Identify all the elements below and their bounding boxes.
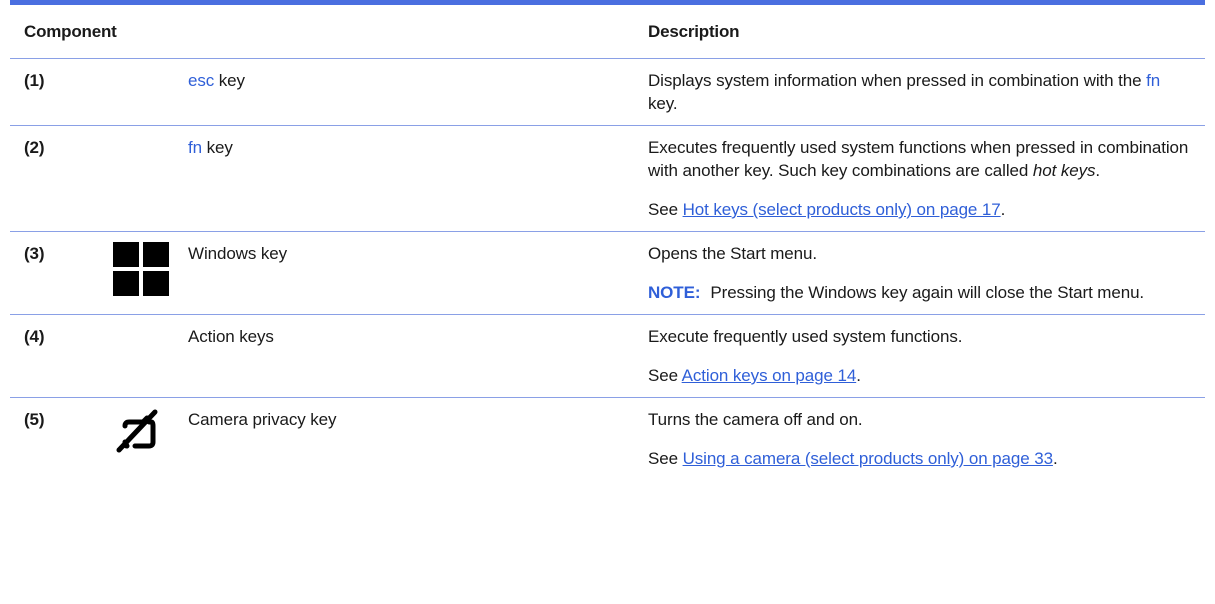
description-text: Displays system information when pressed…: [648, 71, 1147, 90]
note: NOTE: Pressing the Windows key again will…: [648, 281, 1193, 304]
note-label: NOTE:: [648, 283, 701, 302]
description-paragraph: Execute frequently used system functions…: [648, 327, 963, 346]
icon-cell: [113, 231, 188, 315]
name-suffix: key: [201, 138, 233, 157]
see-prefix: See: [648, 200, 683, 219]
see-reference: See Using a camera (select products only…: [648, 447, 1193, 470]
action-keys-link[interactable]: Action keys on page 14: [682, 366, 857, 385]
icon-cell-empty: [113, 125, 188, 232]
header-description: Description: [634, 5, 1205, 59]
component-table: Component Description (1) esc key Displa…: [10, 5, 1205, 480]
component-description: Execute frequently used system functions…: [634, 314, 1205, 398]
row-number: (4): [10, 314, 113, 398]
table-row: (2) fn key Executes frequently used syst…: [10, 125, 1205, 232]
component-table-container: Component Description (1) esc key Displa…: [10, 0, 1205, 480]
component-description: Turns the camera off and on. See Using a…: [634, 398, 1205, 481]
table-row: (5) Camera privacy key Turns the camera …: [10, 398, 1205, 481]
fn-keyword: fn: [1146, 71, 1161, 90]
see-suffix: .: [1052, 449, 1058, 468]
component-name: fn key: [188, 125, 634, 232]
see-suffix: .: [856, 366, 861, 385]
see-reference: See Action keys on page 14.: [648, 364, 1193, 387]
row-number: (3): [10, 231, 113, 315]
table-row: (1) esc key Displays system information …: [10, 58, 1205, 126]
row-number: (2): [10, 125, 113, 232]
component-description: Displays system information when pressed…: [634, 58, 1205, 126]
see-prefix: See: [648, 449, 683, 468]
description-text: Executes frequently used system function…: [648, 138, 1189, 180]
component-name: Camera privacy key: [188, 410, 337, 429]
esc-keyword: esc: [188, 71, 215, 90]
component-description: Opens the Start menu. NOTE: Pressing the …: [634, 231, 1205, 315]
table-row: (4) Action keys Execute frequently used …: [10, 314, 1205, 398]
icon-cell-empty: [113, 314, 188, 398]
name-suffix: key: [214, 71, 245, 90]
camera-link[interactable]: Using a camera (select products only) on…: [683, 449, 1053, 468]
see-prefix: See: [648, 366, 682, 385]
note-text: Pressing the Windows key again will clos…: [710, 283, 1145, 302]
row-number: (1): [10, 58, 113, 126]
see-reference: See Hot keys (select products only) on p…: [648, 198, 1193, 221]
camera-privacy-icon: [116, 409, 158, 453]
table-row: (3) Windows key Opens the Start menu. NO…: [10, 231, 1205, 315]
description-paragraph: Opens the Start menu.: [648, 244, 817, 263]
windows-logo-icon: [113, 242, 188, 296]
component-name: esc key: [113, 58, 634, 126]
component-name: Action keys: [188, 314, 634, 398]
description-text-end: key.: [648, 94, 678, 113]
icon-cell: [113, 398, 188, 481]
hot-keys-emphasis: hot keys: [1032, 161, 1096, 180]
component-description: Executes frequently used system function…: [634, 125, 1205, 232]
description-paragraph: Executes frequently used system function…: [648, 136, 1193, 182]
table-header-row: Component Description: [10, 5, 1205, 59]
hot-keys-link[interactable]: Hot keys (select products only) on page …: [683, 200, 1001, 219]
component-name: Windows key: [188, 231, 634, 315]
fn-keyword: fn: [188, 138, 202, 157]
description-text-end: .: [1095, 161, 1100, 180]
description-paragraph: Turns the camera off and on.: [648, 410, 863, 429]
header-component: Component: [10, 5, 634, 59]
row-number: (5): [24, 410, 45, 429]
see-suffix: .: [1000, 200, 1006, 219]
